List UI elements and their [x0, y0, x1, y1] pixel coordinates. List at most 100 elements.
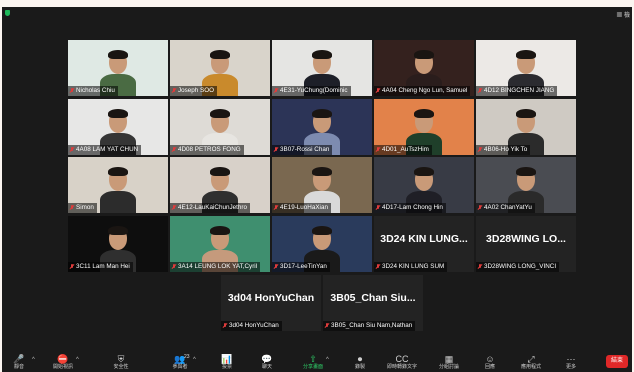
participant-tile[interactable]: 3B07-Rossi Chan [272, 99, 372, 155]
security-label: 安全性 [113, 364, 129, 370]
participants-button[interactable]: 👥 參與者 23 [165, 354, 195, 372]
participant-name-label: 4E12-LauKaiChunJethro [170, 203, 250, 213]
record-button[interactable]: ⏺ 錄製 [345, 354, 375, 372]
apps-label: 應用程式 [520, 364, 541, 370]
live-transcript-button[interactable]: CC 即時轉錄文字 [387, 354, 417, 372]
polls-button[interactable]: 📊 投票 [212, 354, 242, 372]
mute-button[interactable]: 🎤 靜音 [4, 354, 34, 372]
participant-name-label: 4A08 LAM YAT CHUN [68, 145, 142, 155]
muted-mic-icon [325, 323, 329, 329]
muted-mic-icon [376, 264, 380, 270]
meeting-toolbar: 🎤 靜音 ^ ⛔ 開始視訊 ^ ⛨ 安全性 👥 參與者 23 ^ 📊 投票 💬 聊天 ⇧ 分享畫面 ^ ⏺ 錄製 CC 即時… [2, 352, 632, 372]
participant-tile[interactable]: 4A04 Cheng Ngo Lun, Samuel [374, 40, 474, 96]
participant-name: 3A14 LEUNG LOK YAT,Cyril [178, 263, 258, 270]
muted-mic-icon [223, 323, 227, 329]
apps-icon: ⤢ [527, 354, 535, 364]
participant-tile[interactable]: 4D01_AuTszHim [374, 99, 474, 155]
chat-button[interactable]: 💬 聊天 [252, 354, 282, 372]
participant-count: 23 [184, 354, 190, 360]
apps-button[interactable]: ⤢ 應用程式 [516, 354, 546, 372]
participant-name: 3B07-Rossi Chan [280, 146, 330, 153]
zoom-meeting-window: ▦ 檢 Nicholas Chiu Joseph SOO 4E31-YuChung(… [2, 7, 632, 372]
participant-name: 3D17-LeeTinYan [280, 263, 327, 270]
participant-name: 4A08 LAM YAT CHUN [76, 146, 139, 153]
participant-tile[interactable]: Joseph SOO [170, 40, 270, 96]
participant-name-label: 4D01_AuTszHim [374, 145, 432, 155]
more-button[interactable]: ⋯ 更多 [556, 354, 586, 372]
muted-mic-icon [478, 264, 482, 270]
record-label: 錄製 [354, 364, 365, 370]
breakout-rooms-icon: ▦ [444, 354, 454, 364]
participant-name-label: 3D24 KIN LUNG SUM [374, 262, 448, 272]
muted-mic-icon [172, 147, 176, 153]
participant-name: 4A02 ChanYatYu [484, 204, 532, 211]
participant-tile[interactable]: Simon [68, 157, 168, 213]
view-button[interactable]: ▦ 檢 [616, 10, 630, 19]
participant-name: Nicholas Chiu [76, 87, 115, 94]
reactions-icon: ☺ [485, 354, 495, 364]
chevron-up-icon[interactable]: ^ [326, 357, 329, 363]
chevron-up-icon[interactable]: ^ [76, 357, 79, 363]
participant-tile[interactable]: 3C11 Lam Man Hei [68, 216, 168, 272]
polls-icon: 📊 [221, 354, 233, 364]
security-shield-icon[interactable] [5, 10, 10, 16]
participant-tile[interactable]: 3B05_Chan Siu... 3B05_Chan Siu Nam,Nathan [323, 275, 423, 331]
participant-tile[interactable]: 4B06-Ho Yik To [476, 99, 576, 155]
participant-name-label: 3B05_Chan Siu Nam,Nathan [323, 321, 416, 331]
participant-tile[interactable]: 4D08 PETROS FONG [170, 99, 270, 155]
reactions-button[interactable]: ☺ 回應 [475, 354, 505, 372]
participant-tile[interactable]: 4E19-LuoHaXian [272, 157, 372, 213]
more-icon: ⋯ [566, 354, 576, 364]
share-screen-label: 分享畫面 [302, 364, 323, 370]
participant-tile[interactable]: 4E12-LauKaiChunJethro [170, 157, 270, 213]
more-label: 更多 [565, 364, 576, 370]
muted-mic-icon [274, 88, 278, 94]
chat-icon: 💬 [261, 354, 273, 364]
participant-name: Joseph SOO [178, 87, 215, 94]
participant-name: 4E19-LuoHaXian [280, 204, 328, 211]
participant-name: 4D01_AuTszHim [382, 146, 429, 153]
participant-name-label: 4A04 Cheng Ngo Lun, Samuel [374, 86, 471, 96]
breakout-rooms-button[interactable]: ▦ 分組討論 [434, 354, 464, 372]
participant-name-label: 3A14 LEUNG LOK YAT,Cyril [170, 262, 261, 272]
participant-tile[interactable]: 3A14 LEUNG LOK YAT,Cyril [170, 216, 270, 272]
muted-mic-icon [376, 88, 380, 94]
participant-tile[interactable]: 4E31-YuChung(Dominic [272, 40, 372, 96]
live-transcript-label: 即時轉錄文字 [387, 364, 418, 370]
participant-tile[interactable]: 3D24 KIN LUNG... 3D24 KIN LUNG SUM [374, 216, 474, 272]
participant-name-label: 4D17-Lam Chong Hin [374, 203, 446, 213]
view-label: 檢 [623, 13, 630, 19]
participant-name: 4D17-Lam Chong Hin [382, 204, 443, 211]
breakout-rooms-label: 分組討論 [438, 364, 459, 370]
participant-tile[interactable]: 3d04 HonYuChan 3d04 HonYuChan [221, 275, 321, 331]
polls-label: 投票 [221, 364, 232, 370]
participant-tile[interactable]: 4A08 LAM YAT CHUN [68, 99, 168, 155]
chevron-up-icon[interactable]: ^ [193, 357, 196, 363]
end-meeting-button[interactable]: 結束 [606, 355, 628, 368]
participant-name: 3d04 HonYuChan [229, 322, 279, 329]
participant-tile[interactable]: 3D17-LeeTinYan [272, 216, 372, 272]
participant-tile[interactable]: Nicholas Chiu [68, 40, 168, 96]
participant-name-label: 4D08 PETROS FONG [170, 145, 244, 155]
muted-mic-icon [376, 147, 380, 153]
muted-mic-icon [274, 147, 278, 153]
participant-tile[interactable]: 4D12 BINGCHEN JIANG [476, 40, 576, 96]
participant-name-label: 4E19-LuoHaXian [272, 203, 331, 213]
participant-tile[interactable]: 3D28WING LO... 3D28WING LONG_VINCI [476, 216, 576, 272]
reactions-label: 回應 [484, 364, 495, 370]
muted-mic-icon [172, 264, 176, 270]
security-button[interactable]: ⛨ 安全性 [106, 354, 136, 372]
participant-tile[interactable]: 4D17-Lam Chong Hin [374, 157, 474, 213]
muted-mic-icon [478, 205, 482, 211]
muted-mic-icon [70, 147, 74, 153]
participant-name: 4E12-LauKaiChunJethro [178, 204, 247, 211]
participants-label: 參與者 [172, 364, 188, 370]
chevron-up-icon[interactable]: ^ [32, 357, 35, 363]
start-video-button[interactable]: ⛔ 開始視訊 [48, 354, 78, 372]
muted-mic-icon [70, 264, 74, 270]
participant-tile[interactable]: 4A02 ChanYatYu [476, 157, 576, 213]
participant-name-label: 4D12 BINGCHEN JIANG [476, 86, 558, 96]
participant-name-label: 3D28WING LONG_VINCI [476, 262, 560, 272]
participant-name: 4A04 Cheng Ngo Lun, Samuel [382, 87, 468, 94]
share-screen-button[interactable]: ⇧ 分享畫面 [298, 354, 328, 372]
